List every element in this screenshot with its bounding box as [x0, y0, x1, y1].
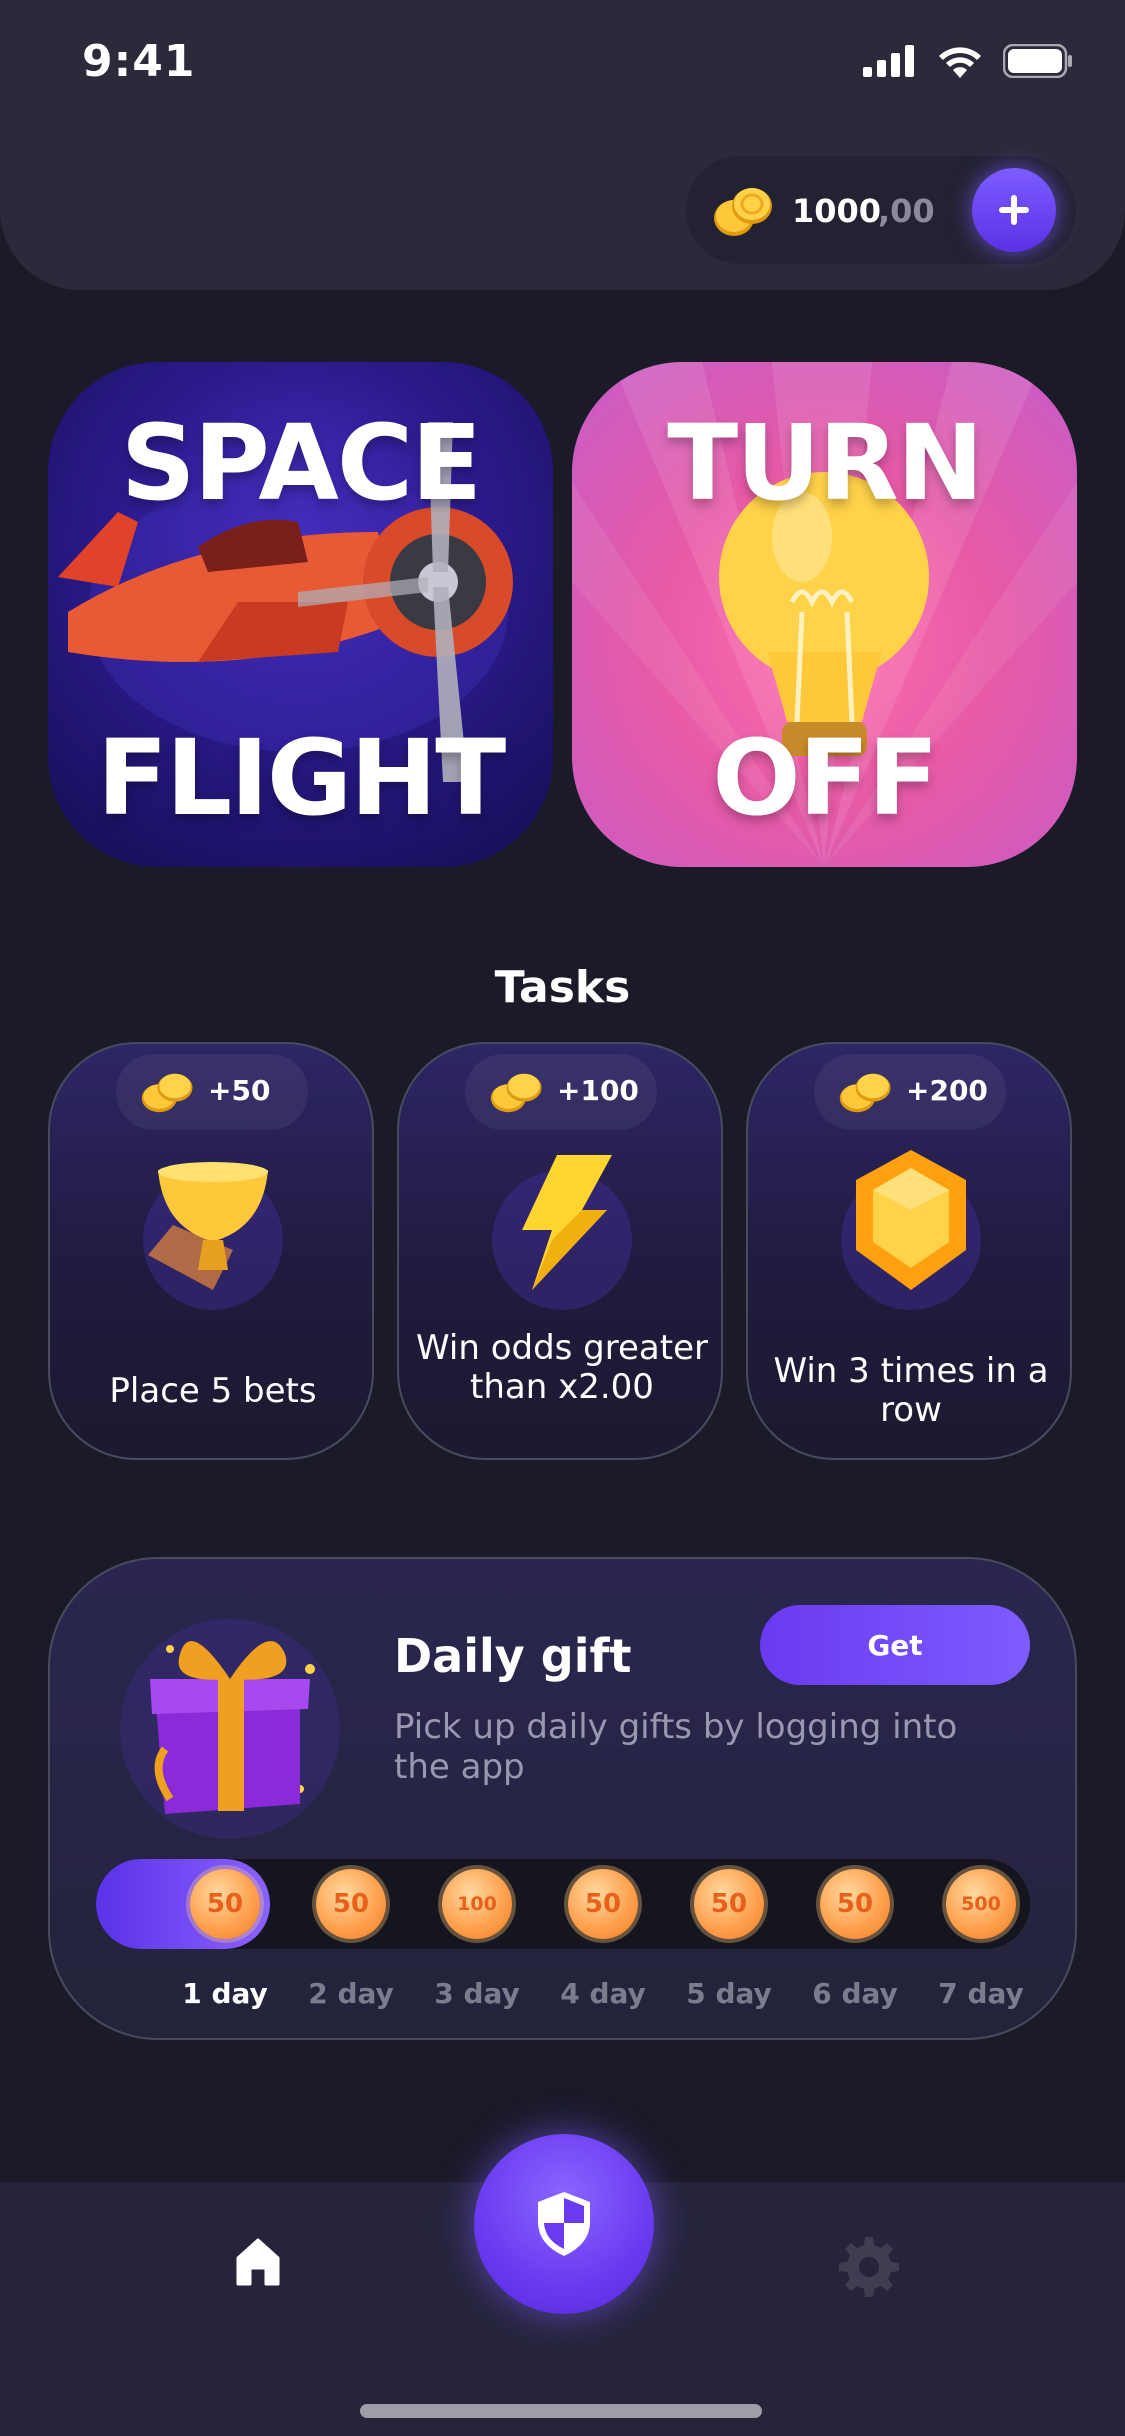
- status-time: 9:41: [82, 36, 196, 87]
- day-label: 1 day: [182, 1977, 268, 2010]
- home-indicator: [360, 2404, 762, 2418]
- day-coin: 50: [694, 1869, 764, 1939]
- reward-amount: +100: [557, 1074, 639, 1107]
- day-label: 2 day: [308, 1977, 394, 2010]
- home-icon[interactable]: [230, 2234, 286, 2290]
- reward-pill: +50: [116, 1054, 308, 1130]
- day-label: 4 day: [560, 1977, 646, 2010]
- gift-icon: [120, 1619, 340, 1839]
- task-label: Place 5 bets: [109, 1371, 317, 1411]
- daily-progress-track: 50 50 100 50 50 50 500: [96, 1859, 1030, 1949]
- game-card-space-flight[interactable]: SPACE FLIGHT: [48, 362, 553, 867]
- reward-pill: +100: [465, 1054, 657, 1130]
- game-card-turn-off[interactable]: TURN OFF: [572, 362, 1077, 867]
- day-coin: 500: [946, 1869, 1016, 1939]
- game-title-top: TURN: [667, 402, 984, 524]
- day-coin: 100: [442, 1869, 512, 1939]
- daily-gift-title: Daily gift: [394, 1629, 632, 1683]
- daily-gift-description: Pick up daily gifts by logging into the …: [394, 1707, 958, 1787]
- task-card[interactable]: +100 Win odds greater than x2.00: [397, 1042, 723, 1460]
- balance-amount: 1000: [792, 192, 882, 230]
- day-label: 5 day: [686, 1977, 772, 2010]
- coins-icon: [714, 188, 772, 236]
- get-gift-button[interactable]: Get: [760, 1605, 1030, 1685]
- reward-amount: +200: [906, 1074, 988, 1107]
- wifi-icon: [939, 47, 981, 78]
- coins-icon: [490, 1073, 542, 1113]
- balance-fraction: ,00: [878, 192, 935, 230]
- trophy-icon: [143, 1162, 283, 1310]
- day-coin: 50: [190, 1869, 260, 1939]
- day-coin: 50: [820, 1869, 890, 1939]
- add-funds-button[interactable]: [972, 168, 1056, 252]
- coins-icon: [839, 1073, 891, 1113]
- day-label: 6 day: [812, 1977, 898, 2010]
- tasks-title: Tasks: [494, 962, 631, 1013]
- game-title-bottom: FLIGHT: [96, 717, 506, 839]
- reward-pill: +200: [814, 1054, 1006, 1130]
- reward-amount: +50: [208, 1074, 271, 1107]
- shield-icon: [538, 2192, 590, 2256]
- balance-pill: 1000 ,00: [686, 156, 1076, 264]
- status-icons: [863, 44, 1073, 78]
- battery-icon: [1003, 44, 1072, 78]
- day-label: 7 day: [938, 1977, 1024, 2010]
- day-coin: 50: [568, 1869, 638, 1939]
- day-coin: 50: [316, 1869, 386, 1939]
- day-label: 3 day: [434, 1977, 520, 2010]
- lightning-icon: [492, 1155, 632, 1310]
- coins-icon: [141, 1073, 193, 1113]
- gem-icon: [841, 1150, 981, 1310]
- signal-icon: [863, 45, 914, 77]
- task-card[interactable]: +50 Place 5 bets: [48, 1042, 374, 1460]
- gear-icon[interactable]: [836, 2234, 902, 2300]
- daily-gift-card: Daily gift Pick up daily gifts by loggin…: [48, 1557, 1077, 2040]
- game-title-top: SPACE: [120, 402, 482, 524]
- task-label: Win 3 times in a row: [773, 1351, 1049, 1430]
- shield-button[interactable]: [474, 2134, 654, 2314]
- task-label: Win odds greater than x2.00: [416, 1328, 708, 1407]
- header: 9:41 1000 ,00: [0, 0, 1125, 290]
- plus-icon: [999, 195, 1029, 225]
- task-card[interactable]: +200 Win 3 times in a row: [746, 1042, 1072, 1460]
- game-title-bottom: OFF: [712, 717, 939, 839]
